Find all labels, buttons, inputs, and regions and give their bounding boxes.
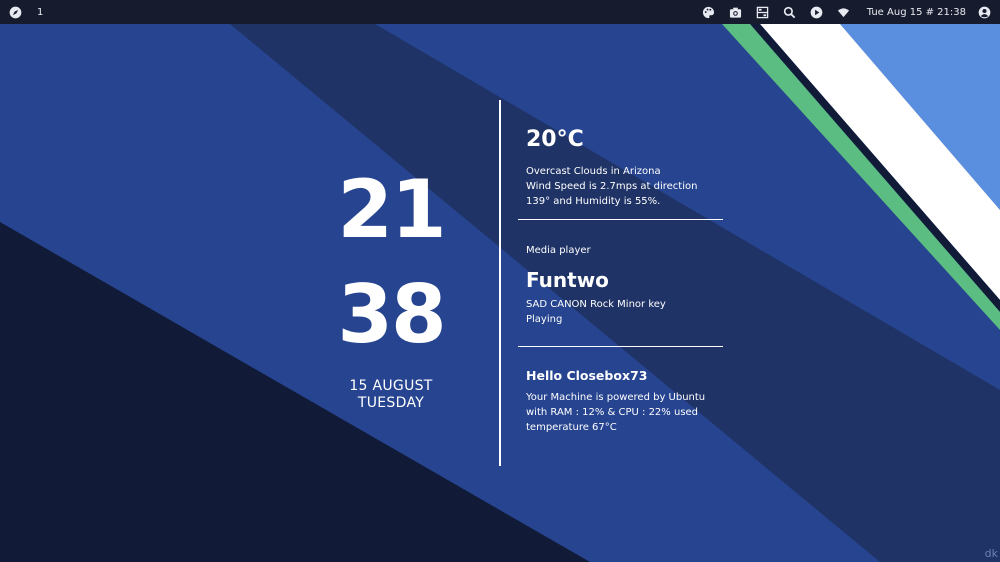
system-greeting: Hello Closebox73: [526, 368, 648, 383]
media-song-line: SAD CANON Rock Minor key: [526, 299, 666, 310]
media-player-label: Media player: [526, 245, 591, 256]
play-icon[interactable]: [803, 0, 830, 24]
media-song-title: Funtwo: [526, 268, 609, 292]
media-status: Playing: [526, 314, 563, 325]
top-bar: 1 Tue Aug 15 # 21:38: [0, 0, 1000, 24]
layout-icon[interactable]: [749, 0, 776, 24]
camera-icon[interactable]: [722, 0, 749, 24]
corner-watermark: dk: [984, 547, 998, 560]
search-icon[interactable]: [776, 0, 803, 24]
widget-divider: [518, 346, 723, 347]
workspace-indicator[interactable]: 1: [37, 7, 43, 18]
system-line: Your Machine is powered by Ubuntu: [526, 392, 706, 403]
system-info: Your Machine is powered by Ubuntu with R…: [526, 390, 726, 435]
weather-line: 139° and Humidity is 55%.: [526, 196, 661, 207]
media-song-info: SAD CANON Rock Minor key Playing: [526, 297, 726, 327]
clock-hour: 21: [337, 163, 446, 256]
system-line: with RAM : 12% & CPU : 22% used: [526, 407, 699, 418]
weather-description: Overcast Clouds in Arizona Wind Speed is…: [526, 164, 726, 209]
weather-line: Wind Speed is 2.7mps at direction: [526, 181, 698, 192]
clock-minute: 38: [337, 268, 446, 361]
topbar-clock[interactable]: Tue Aug 15 # 21:38: [857, 7, 974, 18]
clock-date: 15 AUGUST: [349, 378, 433, 394]
weather-temperature: 20°C: [526, 127, 584, 152]
palette-icon[interactable]: [695, 0, 722, 24]
system-line: temperature 67°C: [526, 422, 617, 433]
compass-icon[interactable]: [7, 0, 23, 24]
clock-weekday: TUESDAY: [357, 395, 425, 411]
widget-divider: [518, 219, 723, 220]
weather-line: Overcast Clouds in Arizona: [526, 166, 661, 177]
desktop: 1 Tue Aug 15 # 21:38 21 38 15 AUGUST TUE…: [0, 0, 1000, 562]
widget-divider-vertical: [499, 100, 501, 466]
wifi-icon[interactable]: [830, 0, 857, 24]
user-icon[interactable]: [974, 0, 994, 24]
